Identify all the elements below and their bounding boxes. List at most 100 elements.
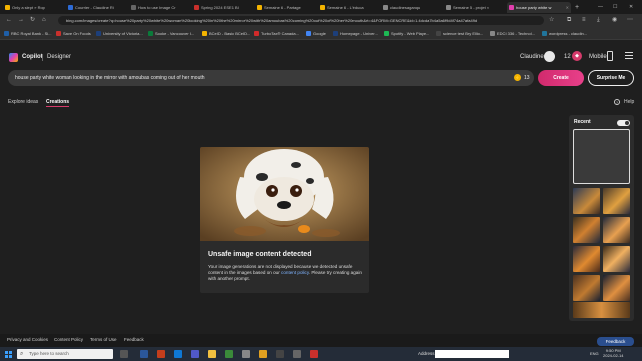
tab-favicon-icon	[509, 5, 514, 10]
reload-icon[interactable]: ↻	[30, 16, 35, 25]
acrobat-icon[interactable]	[310, 350, 318, 358]
powerpoint-icon[interactable]	[157, 350, 165, 358]
prompt-text[interactable]: house party white woman looking in the m…	[15, 70, 205, 86]
download-icon[interactable]: ⤓	[597, 16, 600, 25]
recent-toggle[interactable]	[617, 120, 630, 126]
browser-tab[interactable]: Courrier - Claudine Ri	[66, 2, 126, 13]
close-window-icon[interactable]: ✕	[629, 2, 633, 13]
task-view-icon[interactable]	[120, 350, 128, 358]
mobile-label[interactable]: Mobile	[589, 53, 607, 62]
bookmark[interactable]: Spotify - Web Playe...	[384, 29, 429, 38]
coin-count: 12	[564, 54, 571, 60]
recent-selected-thumbnail[interactable]	[573, 129, 630, 184]
star-icon[interactable]: ☆	[549, 16, 554, 25]
browser-tab[interactable]: Semaine 6 - L'éduca	[318, 2, 378, 13]
maximize-icon[interactable]: ☐	[613, 2, 617, 13]
address-toolbar-input[interactable]	[435, 350, 509, 358]
chrome-icon[interactable]	[259, 350, 267, 358]
help-icon[interactable]: ?	[614, 99, 620, 105]
user-name[interactable]: Claudine	[520, 53, 544, 62]
app-icon[interactable]	[276, 350, 284, 358]
bookmark-icon	[490, 31, 495, 36]
file-explorer-icon[interactable]	[208, 350, 216, 358]
bookmark-icon	[148, 31, 153, 36]
product-name[interactable]: Designer	[47, 53, 71, 62]
tab-creations[interactable]: Creations	[46, 98, 70, 107]
brand-name[interactable]: Copilot	[22, 53, 43, 62]
recent-thumbnail[interactable]	[573, 275, 600, 301]
app-icon[interactable]	[242, 350, 250, 358]
clock-date: 2024-02-14	[603, 353, 624, 358]
privacy-link[interactable]: Privacy and Cookies	[7, 336, 48, 344]
bookmark[interactable]: Save On Foods	[56, 29, 91, 38]
prompt-input[interactable]: house party white woman looking in the m…	[8, 70, 534, 86]
bookmark-icon	[333, 31, 338, 36]
more-icon[interactable]: ⋯	[627, 16, 633, 25]
minimize-icon[interactable]: —	[598, 2, 603, 13]
recent-thumbnail[interactable]	[573, 217, 600, 243]
browser-tab[interactable]: Spring 2024 ESE1 Bl	[192, 2, 252, 13]
browser-tab-active[interactable]: house party white w ✕	[507, 2, 571, 13]
taskbar-search[interactable]: Type here to search	[17, 349, 113, 359]
bookmark[interactable]: science test Bry Ellio...	[436, 29, 483, 38]
app-header: Copilot Designer Claudine 12 ◆ Mobile	[0, 41, 642, 69]
bookmark[interactable]: University of Victoria...	[96, 29, 143, 38]
surprise-me-button[interactable]: Surprise Me	[588, 70, 634, 86]
bookmark[interactable]: BCeID - Basic BCeID...	[202, 29, 250, 38]
terms-link[interactable]: Terms of Use	[90, 336, 117, 344]
browser-tab[interactable]: How to use Image Cr	[129, 2, 189, 13]
forward-icon[interactable]: →	[18, 16, 24, 25]
bookmark[interactable]: wordpress - claudin...	[542, 29, 587, 38]
browser-tab[interactable]: Semaine 5 - projet ×	[444, 2, 504, 13]
windows-start-icon[interactable]	[5, 351, 12, 358]
new-tab-icon[interactable]: +	[575, 2, 579, 13]
boost-count: 13	[524, 75, 530, 81]
content-policy-link[interactable]: content policy	[281, 270, 309, 275]
hamburger-menu-icon[interactable]	[625, 52, 633, 59]
app-icon[interactable]	[225, 350, 233, 358]
address-toolbar-label: Address	[418, 351, 435, 356]
back-icon[interactable]: ←	[6, 16, 12, 25]
profile-icon[interactable]: ◉	[612, 16, 617, 25]
help-link[interactable]: Help	[624, 98, 634, 106]
content-policy-footer-link[interactable]: Content Policy	[54, 336, 83, 344]
recent-thumbnail[interactable]	[603, 275, 630, 301]
recent-thumbnail[interactable]	[573, 302, 630, 318]
coin-icon[interactable]: ◆	[572, 51, 582, 61]
url-bar[interactable]: bing.com/images/create?q=house%20party%2…	[58, 16, 544, 25]
home-icon[interactable]: ⌂	[42, 16, 46, 25]
close-tab-icon[interactable]: ✕	[566, 2, 569, 13]
recent-thumbnail[interactable]	[603, 246, 630, 272]
recent-thumbnail[interactable]	[573, 246, 600, 272]
recent-panel: Recent	[569, 115, 634, 321]
feedback-link[interactable]: Feedback	[124, 336, 144, 344]
bookmark[interactable]: TurboTax® Canada...	[254, 29, 299, 38]
browser-tab[interactable]: Only a slept » Rop	[3, 2, 63, 13]
edge-icon[interactable]	[174, 350, 182, 358]
extensions-icon[interactable]: ⧉	[567, 16, 571, 25]
bookmark-icon	[542, 31, 547, 36]
word-icon[interactable]	[140, 350, 148, 358]
bookmark[interactable]: Homepage - Univer...	[333, 29, 378, 38]
teams-icon[interactable]	[191, 350, 199, 358]
tab-explore-ideas[interactable]: Explore ideas	[8, 98, 38, 106]
bookmark[interactable]: EDCI 336 - Technol...	[490, 29, 535, 38]
avatar[interactable]	[544, 51, 555, 62]
language-indicator[interactable]: ENG	[590, 350, 599, 358]
app-icon[interactable]	[293, 350, 301, 358]
browser-tab[interactable]: Semaine 6 - Partage	[255, 2, 315, 13]
clock[interactable]: 9:50 PM 2024-02-14	[603, 348, 623, 358]
bookmark[interactable]: Google	[306, 29, 326, 38]
bookmark[interactable]: RBC Royal Bank - Si...	[4, 29, 51, 38]
copilot-logo-icon[interactable]	[9, 53, 18, 62]
recent-thumbnail[interactable]	[573, 188, 600, 214]
recent-thumbnail[interactable]	[603, 217, 630, 243]
feedback-button[interactable]: Feedback	[597, 337, 634, 346]
tab-favicon-icon	[68, 5, 73, 10]
favorites-icon[interactable]: ≡	[582, 16, 586, 25]
mobile-phone-icon[interactable]	[607, 51, 613, 61]
create-button[interactable]: Create	[538, 70, 584, 86]
bookmark[interactable]: Soo‌ke - Vancouver I...	[148, 29, 194, 38]
recent-thumbnail[interactable]	[603, 188, 630, 214]
browser-tab[interactable]: claudinesaganqu	[381, 2, 441, 13]
